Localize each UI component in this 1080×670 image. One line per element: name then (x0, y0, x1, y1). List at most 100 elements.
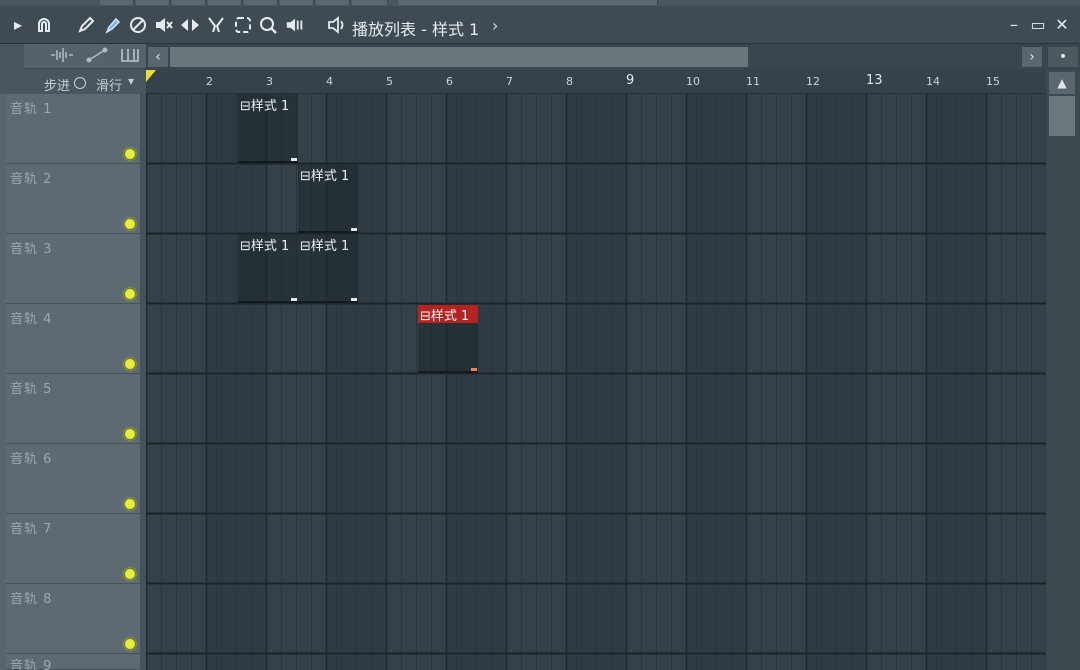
track-name: 音轨 4 (10, 312, 53, 327)
strip-segment (280, 0, 314, 5)
strip-segment (100, 0, 134, 5)
clip-title: ⊟样式 1 (298, 235, 350, 254)
close-button[interactable]: ✕ (1052, 15, 1072, 35)
track-enable-led[interactable] (124, 148, 136, 160)
bar-number: 13 (866, 73, 883, 88)
mute-icon[interactable] (154, 15, 174, 35)
clip-baseline (298, 231, 358, 233)
step-label: 步进 (44, 79, 71, 94)
pencil-icon[interactable] (76, 15, 96, 35)
timeline-ruler[interactable]: 2 3 4 5 6 7 8 9 10 11 12 13 14 15 (146, 70, 1046, 94)
clip-body (238, 113, 298, 162)
track-enable-led[interactable] (124, 288, 136, 300)
track-header[interactable]: 音轨 3 (6, 234, 140, 304)
pattern-clip[interactable]: ⊟样式 1 (298, 234, 358, 304)
clip-body (298, 253, 358, 302)
pattern-clip[interactable]: ⊟样式 1 (238, 234, 298, 304)
playlist-speaker-icon[interactable] (327, 15, 347, 35)
clip-label: 样式 1 (250, 239, 290, 254)
track-header[interactable]: 音轨 8 (6, 584, 140, 654)
track-header[interactable]: 音轨 4 (6, 304, 140, 374)
clip-label: 样式 1 (310, 169, 350, 184)
track-header[interactable]: 音轨 2 (6, 164, 140, 234)
strip-segment (352, 0, 388, 5)
automation-icon[interactable] (86, 47, 108, 67)
vertical-scrollbar[interactable]: ▲ (1046, 70, 1080, 670)
scroll-left-button[interactable]: ‹ (148, 47, 168, 67)
slip-icon[interactable] (180, 15, 200, 35)
clip-title: ⊟样式 1 (418, 305, 478, 324)
strip-segment (208, 0, 242, 5)
track-enable-led[interactable] (124, 428, 136, 440)
delete-icon[interactable] (128, 15, 148, 35)
vertical-scroll-thumb[interactable] (1049, 96, 1075, 136)
paint-brush-icon[interactable] (102, 15, 122, 35)
pattern-clip[interactable]: ⊟样式 1 (238, 94, 298, 164)
track-tools (24, 44, 146, 69)
clip-title: ⊟样式 1 (238, 235, 290, 254)
step-toggle[interactable] (74, 77, 86, 89)
strip-segment (244, 0, 278, 5)
bar-number: 8 (566, 75, 573, 88)
track-header-list: 音轨 1 音轨 2 音轨 3 音轨 4 音轨 5 音轨 6 音轨 7 音轨 8 … (0, 94, 146, 670)
clip-body (298, 183, 358, 232)
track-enable-led[interactable] (124, 498, 136, 510)
track-enable-led[interactable] (124, 358, 136, 370)
bar-number: 10 (686, 75, 700, 88)
scroll-up-button[interactable]: ▲ (1049, 72, 1075, 94)
clip-label: 样式 1 (250, 99, 290, 114)
strip-segment (398, 0, 658, 5)
pattern-clip-selected[interactable]: ⊟样式 1 (418, 304, 478, 374)
maximize-button[interactable]: ▭ (1028, 15, 1048, 35)
track-header[interactable]: 音轨 9 (6, 654, 140, 670)
track-header[interactable]: 音轨 5 (6, 374, 140, 444)
track-name: 音轨 6 (10, 452, 53, 467)
slide-label: 滑行 (96, 79, 123, 94)
track-enable-led[interactable] (124, 218, 136, 230)
clip-baseline (298, 301, 358, 303)
track-header[interactable]: 音轨 7 (6, 514, 140, 584)
playlist-titlebar: ▸ 播放列表 - 样式 1 › – ▭ ✕ (0, 6, 1080, 44)
slice-icon[interactable] (206, 15, 226, 35)
pattern-clip-icon: ⊟ (240, 99, 251, 114)
speaker-icon[interactable] (285, 15, 305, 35)
track-header[interactable]: 音轨 1 (6, 94, 140, 164)
horizontal-scrollbar[interactable]: ‹ › • (146, 44, 1080, 70)
pattern-clip[interactable]: ⊟样式 1 (298, 164, 358, 234)
bar-number: 5 (386, 75, 393, 88)
track-name: 音轨 5 (10, 382, 53, 397)
slide-dropdown-icon[interactable]: ▾ (128, 74, 134, 88)
track-name: 音轨 7 (10, 522, 53, 537)
track-header[interactable]: 音轨 6 (6, 444, 140, 514)
track-name: 音轨 8 (10, 592, 53, 607)
scrollbar-menu-button[interactable]: • (1048, 47, 1078, 67)
title-arrow-icon[interactable]: › (492, 16, 498, 35)
clip-baseline (238, 301, 298, 303)
bar-number: 3 (266, 75, 273, 88)
playlist-grid[interactable]: ⊟样式 1 ⊟样式 1 ⊟样式 1 ⊟样式 1 ⊟样式 1 (146, 94, 1046, 670)
playhead-marker[interactable] (146, 70, 156, 82)
play-arrow-icon[interactable]: ▸ (8, 15, 28, 35)
clip-body (238, 253, 298, 302)
strip-segment (172, 0, 206, 5)
strip-segment (316, 0, 350, 5)
track-name: 音轨 9 (10, 659, 53, 670)
clip-title: ⊟样式 1 (238, 95, 290, 114)
clip-label: 样式 1 (310, 239, 350, 254)
track-enable-led[interactable] (124, 638, 136, 650)
magnet-icon[interactable] (34, 15, 54, 35)
track-name: 音轨 1 (10, 102, 53, 117)
minimize-button[interactable]: – (1004, 15, 1024, 35)
select-icon[interactable] (233, 15, 253, 35)
track-enable-led[interactable] (124, 568, 136, 580)
grid-lines (146, 94, 1046, 670)
bar-number: 2 (206, 75, 213, 88)
pattern-icon[interactable] (120, 47, 140, 67)
bar-number: 11 (746, 75, 760, 88)
horizontal-scroll-thumb[interactable] (170, 47, 748, 67)
scroll-right-button[interactable]: › (1022, 47, 1042, 67)
bar-number: 6 (446, 75, 453, 88)
zoom-icon[interactable] (259, 15, 279, 35)
waveform-icon[interactable] (50, 47, 74, 67)
track-name: 音轨 2 (10, 172, 53, 187)
